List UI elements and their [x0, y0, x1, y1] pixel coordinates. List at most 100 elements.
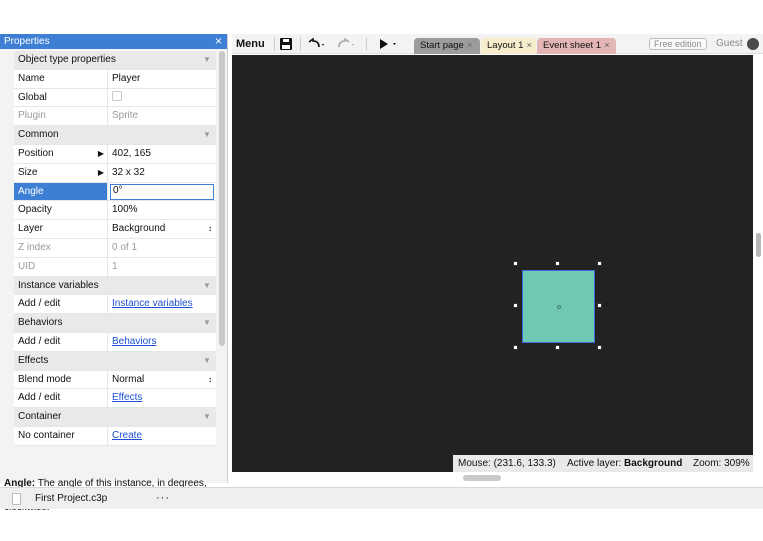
edition-badge[interactable]: Free edition [649, 38, 707, 50]
property-row[interactable]: Plugin Sprite [14, 107, 216, 127]
property-value[interactable]: Player [108, 70, 216, 88]
resize-handle-top-right[interactable] [597, 261, 602, 266]
properties-title-bar: Properties × [0, 34, 227, 49]
property-link[interactable]: Instance variables [112, 298, 193, 309]
tab-event-sheet-1[interactable]: Event sheet 1 × [537, 38, 616, 54]
expand-icon[interactable]: ▶ [98, 164, 104, 183]
tab-start-page[interactable]: Start page × [414, 38, 480, 54]
property-row[interactable]: Blend mode Normal ↕ [14, 370, 216, 390]
origin-point [557, 305, 561, 309]
property-row[interactable]: Add / edit Instance variables [14, 295, 216, 315]
property-row[interactable]: Global [14, 88, 216, 108]
section-header[interactable]: Common ▼ [14, 126, 216, 145]
property-label: Add / edit [14, 332, 108, 351]
canvas-vertical-scrollbar[interactable] [756, 233, 761, 257]
close-icon[interactable]: × [467, 40, 473, 51]
undo-icon[interactable] [307, 34, 325, 54]
property-label: Position ▶ [14, 144, 108, 164]
resize-handle-left[interactable] [513, 303, 518, 308]
property-value: Sprite [112, 110, 139, 122]
collapse-icon[interactable]: ▼ [198, 314, 216, 332]
active-layer-value: Background [624, 458, 683, 469]
section-header[interactable]: Effects ▼ [14, 351, 216, 371]
section-label: Instance variables [18, 279, 99, 291]
properties-scrollbar[interactable] [219, 51, 225, 346]
tab-layout-1[interactable]: Layout 1 × [481, 38, 536, 54]
section-label: Object type properties [18, 54, 116, 65]
property-row[interactable]: UID 1 [14, 257, 216, 277]
section-header[interactable]: Container ▼ [14, 408, 216, 427]
user-name[interactable]: Guest [716, 34, 743, 54]
section-header[interactable]: Behaviors ▼ [14, 314, 216, 333]
property-select[interactable]: Background ↕ [108, 220, 216, 238]
select-arrows-icon: ↕ [208, 374, 212, 384]
collapse-icon[interactable]: ▼ [198, 126, 216, 144]
property-label: Z index [14, 238, 108, 257]
active-layer-label: Active layer: [567, 458, 622, 469]
property-label: Add / edit [14, 389, 108, 408]
property-label: No container [14, 426, 108, 445]
collapse-icon[interactable]: ▼ [198, 51, 216, 69]
player-sprite[interactable] [522, 270, 595, 343]
play-icon[interactable] [379, 34, 397, 54]
property-link[interactable]: Behaviors [112, 336, 156, 347]
property-row[interactable]: No container Create [14, 426, 216, 446]
layout-canvas[interactable] [232, 55, 753, 472]
property-label: Blend mode [14, 370, 108, 389]
collapse-icon[interactable]: ▼ [198, 408, 216, 426]
section-header[interactable]: Object type properties ▼ [14, 51, 216, 70]
property-value: 1 [112, 260, 118, 272]
property-row[interactable]: Add / edit Behaviors [14, 332, 216, 352]
angle-input[interactable] [110, 183, 214, 200]
resize-handle-right[interactable] [597, 303, 602, 308]
property-select[interactable]: Normal ↕ [108, 371, 216, 389]
redo-icon[interactable] [338, 34, 356, 54]
close-icon[interactable]: × [215, 34, 222, 49]
property-link[interactable]: Effects [112, 392, 142, 403]
property-row[interactable]: Add / edit Effects [14, 389, 216, 409]
property-row[interactable]: Opacity 100% [14, 201, 216, 221]
property-value[interactable]: 402, 165 [108, 145, 216, 163]
property-row[interactable]: Position ▶ 402, 165 [14, 144, 216, 164]
resize-handle-top-left[interactable] [513, 261, 518, 266]
property-row[interactable]: Size ▶ 32 x 32 [14, 163, 216, 183]
property-row[interactable]: Z index 0 of 1 [14, 238, 216, 258]
menu-button[interactable]: Menu [236, 34, 265, 54]
section-header[interactable]: Instance variables ▼ [14, 276, 216, 296]
property-row[interactable]: Name Player [14, 69, 216, 89]
select-arrows-icon: ↕ [208, 224, 212, 234]
toolbar-divider [366, 37, 367, 51]
property-label: Size ▶ [14, 163, 108, 183]
global-checkbox[interactable] [112, 90, 122, 101]
collapse-icon[interactable]: ▼ [198, 352, 216, 370]
property-row[interactable]: Angle [14, 182, 216, 202]
expand-icon[interactable]: ▶ [98, 145, 104, 164]
tab-label: Event sheet 1 [543, 40, 602, 51]
canvas-horizontal-scrollbar[interactable] [463, 475, 501, 481]
collapse-icon[interactable]: ▼ [198, 277, 216, 295]
properties-list: Object type properties ▼ Name Player Global P… [14, 51, 216, 446]
close-icon[interactable]: × [604, 40, 610, 51]
more-options-icon[interactable]: ··· [156, 488, 170, 508]
project-file-name[interactable]: First Project.c3p [35, 488, 107, 510]
save-icon[interactable] [280, 34, 292, 54]
property-value[interactable]: 100% [108, 201, 216, 219]
property-link[interactable]: Create [112, 430, 142, 441]
properties-panel: Properties × Object type properties ▼ Name… [0, 34, 228, 513]
property-value: 0 of 1 [112, 241, 138, 253]
resize-handle-bottom-right[interactable] [597, 345, 602, 350]
property-label: Global [14, 88, 108, 107]
property-row[interactable]: Layer Background ↕ [14, 220, 216, 239]
resize-handle-top[interactable] [555, 261, 560, 266]
resize-handle-bottom[interactable] [555, 345, 560, 350]
property-label: Name [14, 69, 108, 88]
property-value[interactable]: 32 x 32 [108, 164, 216, 182]
toolbar-divider [274, 37, 275, 51]
toolbar-divider [300, 37, 301, 51]
section-label: Common [18, 129, 59, 141]
resize-handle-bottom-left[interactable] [513, 345, 518, 350]
user-avatar-icon[interactable] [747, 38, 759, 50]
tab-label: Start page [420, 40, 464, 51]
section-label: Behaviors [18, 317, 63, 329]
close-icon[interactable]: × [526, 40, 532, 51]
